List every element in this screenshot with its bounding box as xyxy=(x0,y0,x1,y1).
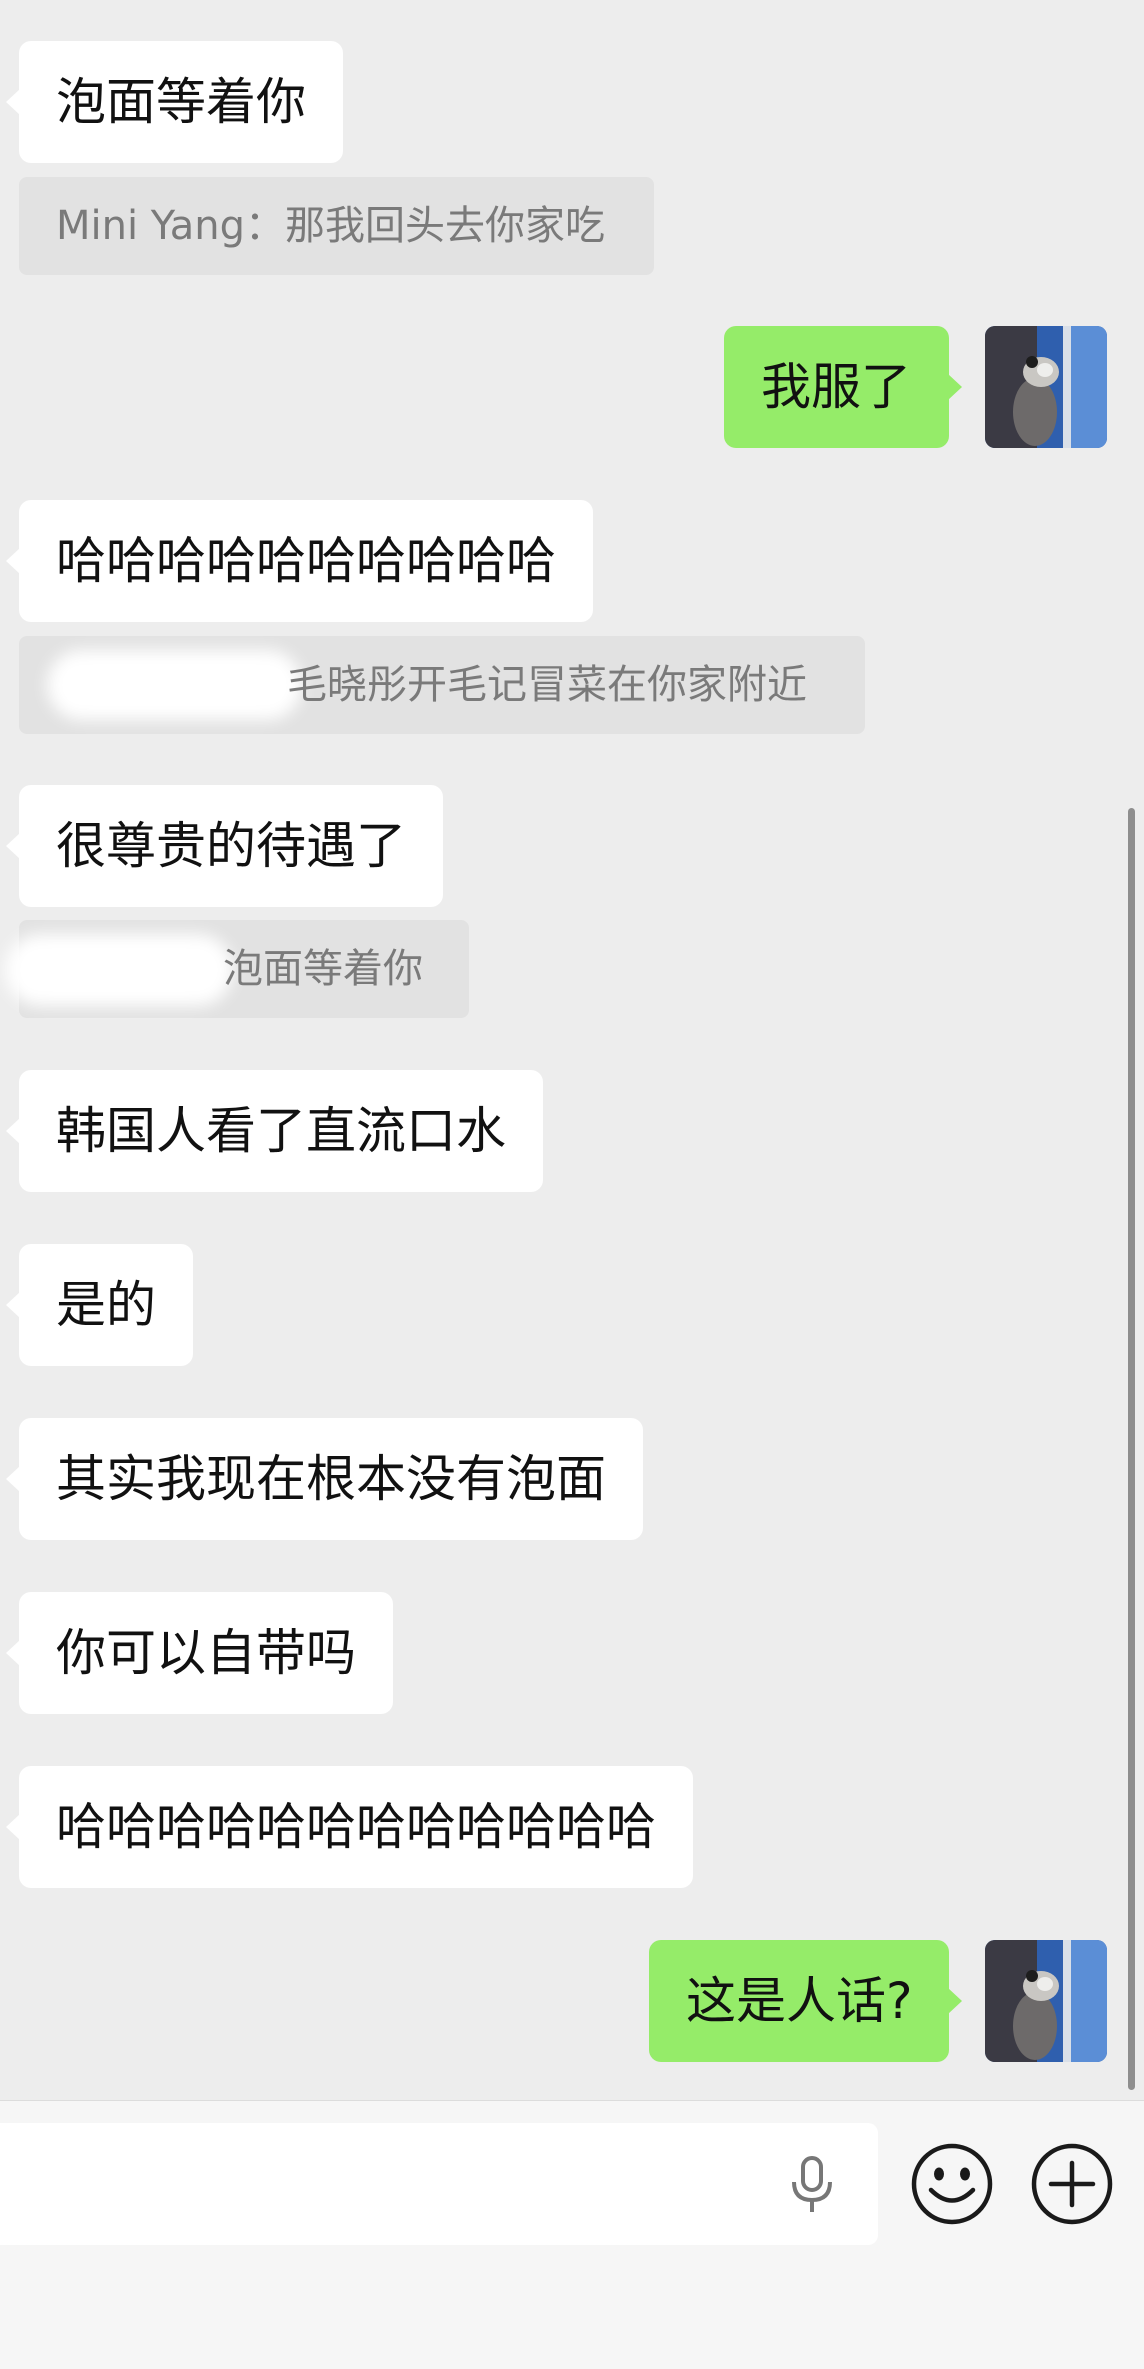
message-bubble-incoming[interactable]: 哈哈哈哈哈哈哈哈哈哈哈哈 xyxy=(6,1766,693,1888)
message-bubble-incoming[interactable]: 泡面等着你 xyxy=(6,41,343,163)
quoted-reply-text: 泡面等着你 xyxy=(223,946,423,992)
chat-input-bar xyxy=(0,2100,1144,2369)
message-bubble-incoming[interactable]: 其实我现在根本没有泡面 xyxy=(6,1418,643,1540)
message-bubble-incoming[interactable]: 你可以自带吗 xyxy=(6,1592,393,1714)
message-bubble-outgoing[interactable]: 我服了 xyxy=(724,326,962,448)
quoted-reply[interactable]: 毛晓彤开毛记冒菜在你家附近 xyxy=(19,636,865,734)
redacted-name-blur xyxy=(5,934,233,1006)
message-bubble-incoming[interactable]: 哈哈哈哈哈哈哈哈哈哈 xyxy=(6,500,593,622)
microphone-icon[interactable] xyxy=(786,2155,838,2215)
redacted-name-blur xyxy=(47,650,302,720)
plus-icon[interactable] xyxy=(1029,2141,1115,2227)
quoted-reply[interactable]: 泡面等着你 xyxy=(5,920,469,1018)
message-bubble-incoming[interactable]: 是的 xyxy=(6,1244,193,1366)
message-input[interactable] xyxy=(0,2123,878,2245)
message-bubble-incoming[interactable]: 韩国人看了直流口水 xyxy=(6,1070,543,1192)
avatar-image xyxy=(985,326,1107,448)
emoji-icon[interactable] xyxy=(909,2141,995,2227)
quoted-reply-text: 毛晓彤开毛记冒菜在你家附近 xyxy=(287,662,807,708)
avatar-image xyxy=(985,1940,1107,2062)
chat-message-list[interactable]: 泡面等着你 Mini Yang：那我回头去你家吃 我服了 哈哈哈哈哈哈哈哈哈哈 … xyxy=(0,0,1144,2100)
quoted-reply[interactable]: Mini Yang：那我回头去你家吃 xyxy=(19,177,654,275)
chat-scrollbar[interactable] xyxy=(1128,808,1135,2090)
message-bubble-incoming[interactable]: 很尊贵的待遇了 xyxy=(6,785,443,907)
avatar[interactable] xyxy=(985,326,1107,448)
avatar[interactable] xyxy=(985,1940,1107,2062)
message-bubble-outgoing[interactable]: 这是人话? xyxy=(649,1940,962,2062)
